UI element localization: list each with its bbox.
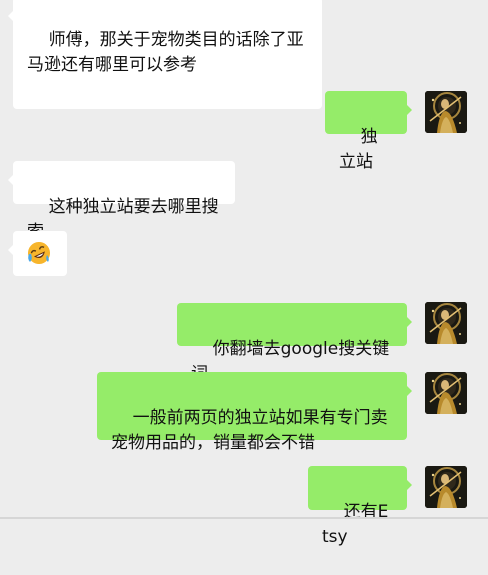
laughing-crying-emoji-icon [28,242,50,264]
incoming-message-bubble[interactable]: 师傅，那关于宠物类目的话除了亚马逊还有哪里可以参考 [8,0,322,109]
outgoing-message-bubble[interactable]: 一般前两页的独立站如果有专门卖宠物用品的，销量都会不错 [97,372,412,453]
outgoing-message-bubble[interactable]: 还有Etsy [308,466,412,547]
message-text: 独立站 [339,127,378,172]
incoming-message-bubble[interactable]: 这种独立站要去哪里搜索 [8,161,235,242]
user-avatar[interactable] [425,91,467,133]
avatar-image [425,302,467,344]
chat-area[interactable]: 师傅，那关于宠物类目的话除了亚马逊还有哪里可以参考 独立站 这种独立站要去哪里搜… [0,0,488,547]
message-text: 一般前两页的独立站如果有专门卖宠物用品的，销量都会不错 [111,408,388,453]
avatar-image [425,466,467,508]
avatar-image [425,91,467,133]
incoming-emoji-bubble[interactable] [8,231,67,276]
user-avatar[interactable] [425,372,467,414]
user-avatar[interactable] [425,302,467,344]
user-avatar[interactable] [425,466,467,508]
outgoing-message-bubble[interactable]: 独立站 [325,91,412,172]
message-text: 师傅，那关于宠物类目的话除了亚马逊还有哪里可以参考 [27,30,304,75]
message-text: 还有Etsy [322,502,389,547]
avatar-image [425,372,467,414]
outgoing-message-bubble[interactable]: 你翻墙去google搜关键词 [177,303,412,384]
